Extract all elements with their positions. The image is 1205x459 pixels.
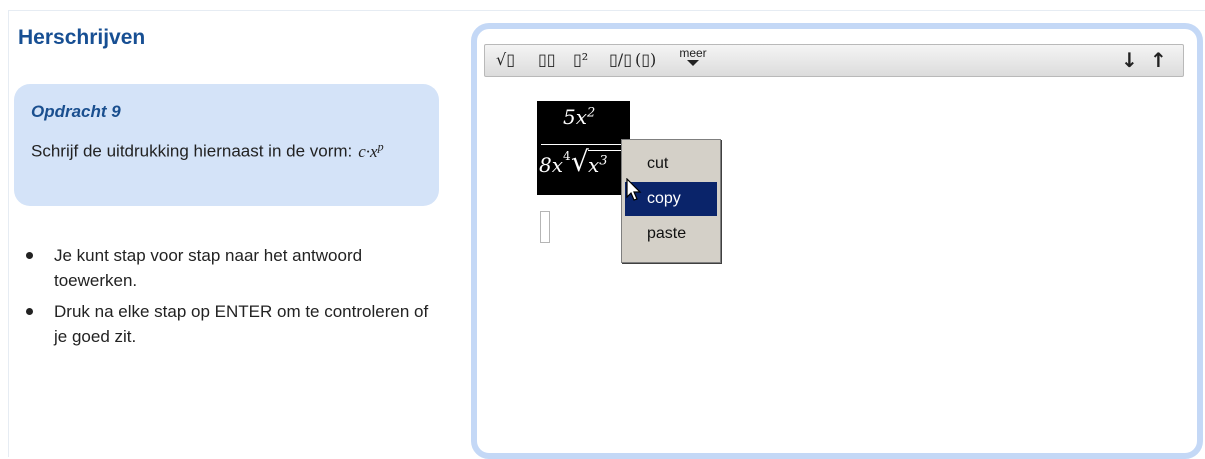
radical-icon: √ xyxy=(571,145,589,178)
root-index: 4 xyxy=(563,149,571,163)
menu-item-cut[interactable]: cut xyxy=(625,147,717,181)
formula-base: c·x xyxy=(358,141,378,161)
task-title: Opdracht 9 xyxy=(31,102,121,121)
hint-text: Druk na elke stap op ENTER om te control… xyxy=(54,302,429,346)
sqrt-button[interactable]: √▯ xyxy=(496,49,515,71)
formula-exponent: p xyxy=(377,139,384,153)
power-button[interactable]: ▯² xyxy=(573,49,588,71)
task-formula: c·xp xyxy=(358,139,384,161)
arrow-up-button[interactable]: ↑ xyxy=(1150,49,1167,71)
math-toolbar: √▯ ▯▯ ▯² ▯/▯ (▯) meer ↓ ↑ xyxy=(484,44,1184,77)
parentheses-button[interactable]: (▯) xyxy=(635,49,656,71)
hint-item: Je kunt stap voor stap naar het antwoord… xyxy=(22,243,442,293)
radicand-exponent: 3 xyxy=(599,153,608,169)
bullet-icon xyxy=(26,252,33,259)
bullet-icon xyxy=(26,308,33,315)
mouse-pointer-icon xyxy=(626,178,642,201)
numerator-term: 5x xyxy=(563,105,588,129)
numerator-exponent: 2 xyxy=(587,105,596,121)
top-divider xyxy=(8,10,1205,11)
selected-expression[interactable]: 5x2 8x 4 √ x3 xyxy=(537,101,632,195)
hint-list: Je kunt stap voor stap naar het antwoord… xyxy=(22,243,442,355)
numerator: 5x2 xyxy=(563,105,595,129)
task-text: Schrijf de uitdrukking hiernaast in de v… xyxy=(31,132,431,166)
task-instruction: Schrijf de uitdrukking hiernaast in de v… xyxy=(31,141,353,161)
math-editor-panel: √▯ ▯▯ ▯² ▯/▯ (▯) meer ↓ ↑ 5x2 8x 4 √ x3 … xyxy=(471,23,1203,459)
subscript-button[interactable]: ▯▯ xyxy=(538,49,556,71)
arrow-down-button[interactable]: ↓ xyxy=(1121,49,1138,71)
hint-item: Druk na elke stap op ENTER om te control… xyxy=(22,299,442,349)
hint-text: Je kunt stap voor stap naar het antwoord… xyxy=(54,246,363,290)
menu-item-paste[interactable]: paste xyxy=(625,217,717,251)
chevron-down-icon xyxy=(687,60,699,66)
left-divider xyxy=(8,10,9,457)
answer-input-cursor[interactable] xyxy=(540,211,550,243)
more-label: meer xyxy=(679,46,707,60)
fraction-button[interactable]: ▯/▯ xyxy=(609,49,632,71)
more-dropdown-button[interactable]: meer xyxy=(677,47,709,69)
denominator: 8x 4 √ x3 xyxy=(539,145,632,178)
radicand-base: x xyxy=(588,153,600,177)
radicand: x3 xyxy=(588,153,608,177)
task-card: Opdracht 9 Schrijf de uitdrukking hierna… xyxy=(14,84,439,206)
denominator-term: 8x xyxy=(539,153,564,177)
page-title: Herschrijven xyxy=(18,26,146,49)
